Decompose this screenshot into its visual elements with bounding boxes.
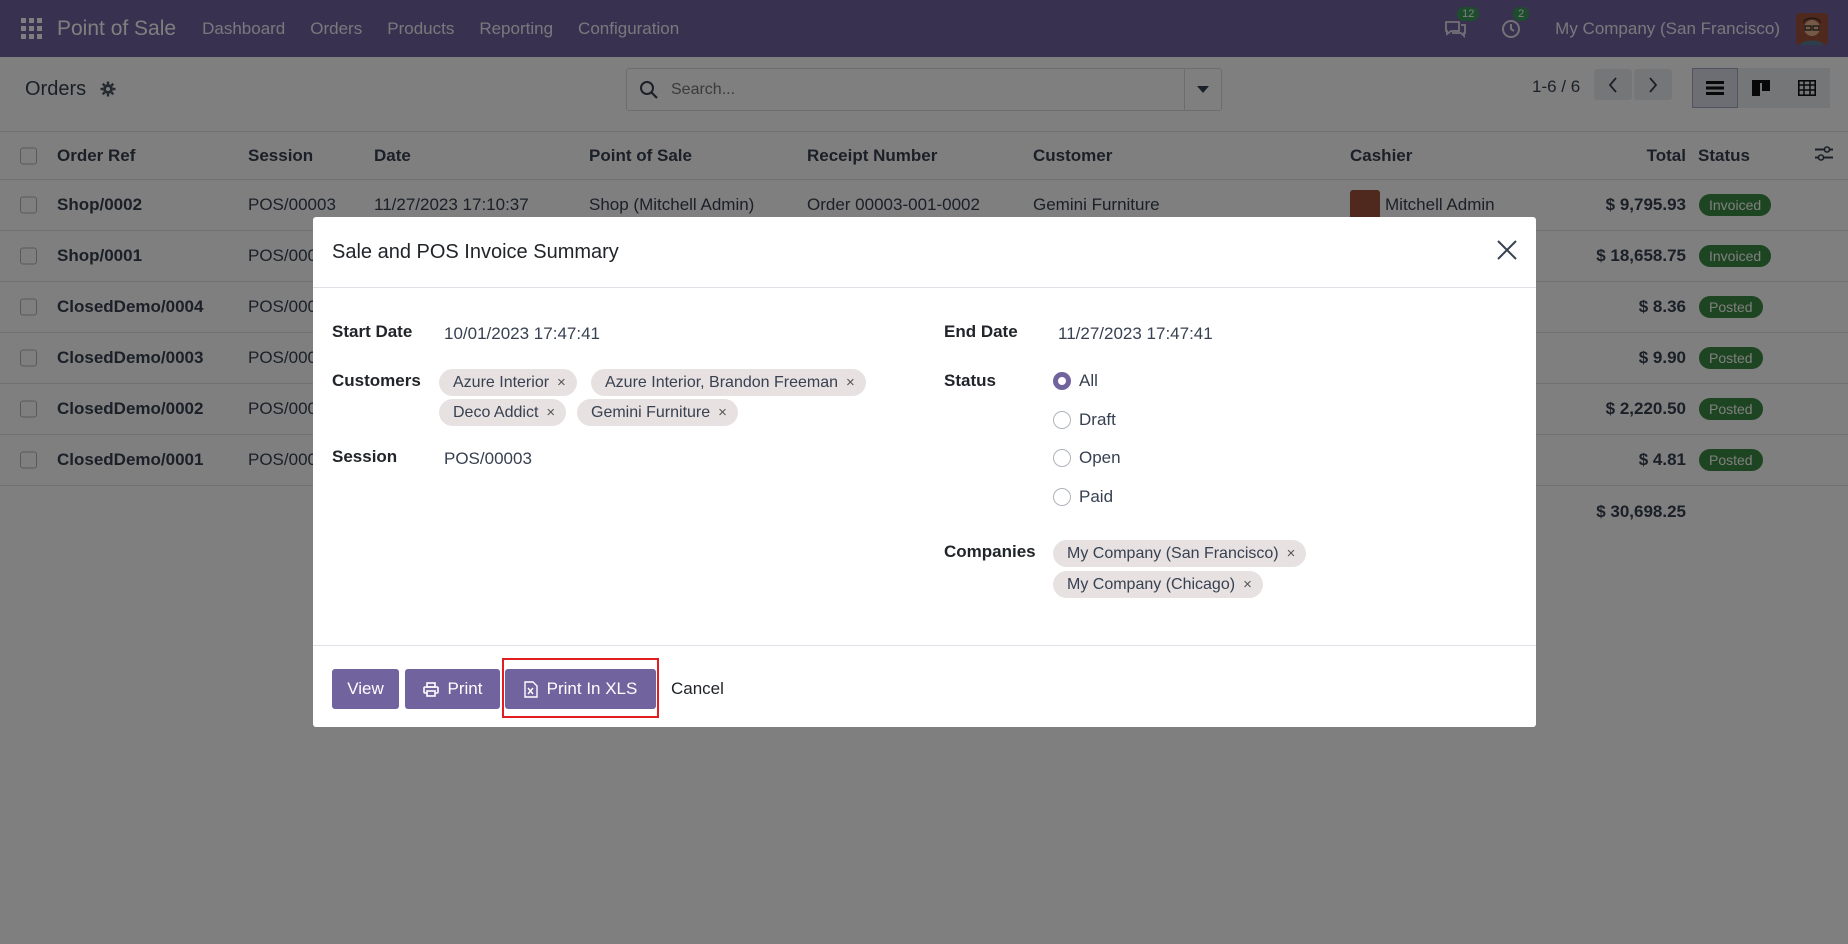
company-tag-label: My Company (San Francisco) [1067,544,1279,562]
customer-tag-label: Deco Addict [453,403,539,421]
invoice-summary-dialog: Sale and POS Invoice Summary Start Date … [313,217,1536,727]
companies-label: Companies [944,542,1036,561]
status-option-label: All [1079,371,1098,390]
printer-icon [422,681,439,697]
customer-tag: Azure Interior × [439,369,577,396]
session-label: Session [332,447,398,466]
print-button[interactable]: Print [405,669,500,709]
company-tag-label: My Company (Chicago) [1067,575,1236,593]
customers-label: Customers [332,371,421,390]
session-field[interactable]: POS/00003 [444,449,532,469]
status-radio-paid[interactable] [1053,488,1071,506]
print-button-label: Print [447,679,483,698]
customer-tag: Gemini Furniture × [577,399,738,426]
end-date-field[interactable]: 11/27/2023 17:47:41 [1058,324,1213,344]
start-date-field[interactable]: 10/01/2023 17:47:41 [444,324,600,344]
start-date-label: Start Date [332,322,413,341]
remove-tag-icon[interactable]: × [546,404,555,421]
highlight-box [502,658,659,718]
company-tag: My Company (San Francisco) × [1053,540,1307,567]
company-tag: My Company (Chicago) × [1053,571,1263,598]
customer-tag-label: Gemini Furniture [591,403,711,421]
status-radio-open[interactable] [1053,449,1071,467]
status-radio-all[interactable] [1053,372,1071,390]
dialog-title: Sale and POS Invoice Summary [332,241,619,263]
customer-tag-label: Azure Interior, Brandon Freeman [605,373,839,391]
status-option-label: Draft [1079,410,1116,429]
dialog-footer: View Print Print In XLS Cancel [313,645,1536,727]
dialog-header: Sale and POS Invoice Summary [313,217,1536,288]
customer-tag-label: Azure Interior [453,373,550,391]
status-option-label: Open [1079,448,1121,467]
customer-tag: Azure Interior, Brandon Freeman × [591,369,866,396]
status-option-label: Paid [1079,487,1114,506]
customer-tag: Deco Addict × [439,399,567,426]
remove-tag-icon[interactable]: × [1287,545,1296,562]
status-label: Status [944,371,996,390]
end-date-label: End Date [944,322,1018,341]
status-radio-draft[interactable] [1053,411,1071,429]
remove-tag-icon[interactable]: × [557,374,566,391]
remove-tag-icon[interactable]: × [846,374,855,391]
view-button[interactable]: View [332,669,399,709]
remove-tag-icon[interactable]: × [1243,576,1252,593]
cancel-button[interactable]: Cancel [671,679,724,699]
remove-tag-icon[interactable]: × [718,404,727,421]
close-icon[interactable] [1496,239,1518,266]
